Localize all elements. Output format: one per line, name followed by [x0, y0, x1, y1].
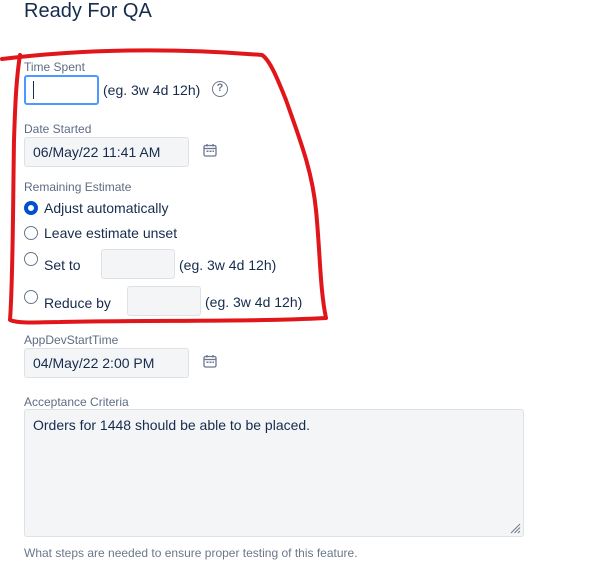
acceptance-criteria-label: Acceptance Criteria	[24, 395, 129, 409]
page-title: Ready For QA	[24, 0, 152, 22]
question-circle-icon[interactable]: ?	[212, 81, 228, 97]
radio-adjust-automatically[interactable]: Adjust automatically	[24, 200, 169, 216]
radio-reduce-by[interactable]: Reduce by	[24, 288, 111, 311]
time-spent-input[interactable]	[24, 75, 99, 105]
acceptance-criteria-text: Orders for 1448 should be able to be pla…	[33, 417, 311, 433]
radio-label: Set to	[44, 257, 81, 273]
radio-button[interactable]	[24, 289, 38, 304]
time-spent-label: Time Spent	[24, 60, 85, 74]
app-dev-start-time-label: AppDevStartTime	[24, 333, 119, 347]
date-started-label: Date Started	[24, 122, 92, 136]
radio-leave-estimate-unset[interactable]: Leave estimate unset	[24, 225, 177, 241]
date-started-input[interactable]: 06/May/22 11:41 AM	[24, 137, 189, 167]
acceptance-criteria-textarea[interactable]: Orders for 1448 should be able to be pla…	[24, 409, 524, 537]
reduce-by-hint: (eg. 3w 4d 12h)	[205, 294, 303, 310]
set-to-input[interactable]	[101, 249, 175, 279]
reduce-by-input[interactable]	[127, 286, 201, 316]
app-dev-start-time-input[interactable]: 04/May/22 2:00 PM	[24, 348, 189, 378]
calendar-icon[interactable]	[203, 143, 217, 157]
radio-button[interactable]	[24, 226, 38, 240]
set-to-hint: (eg. 3w 4d 12h)	[179, 257, 277, 273]
calendar-icon[interactable]	[203, 354, 217, 368]
text-cursor	[33, 81, 34, 99]
radio-label: Leave estimate unset	[44, 225, 178, 241]
acceptance-criteria-help-text: What steps are needed to ensure proper t…	[24, 546, 358, 560]
radio-label: Adjust automatically	[44, 200, 169, 216]
time-spent-hint: (eg. 3w 4d 12h)	[103, 82, 201, 98]
radio-label: Reduce by	[44, 295, 111, 311]
radio-set-to[interactable]: Set to	[24, 250, 81, 273]
resize-grip-icon[interactable]	[509, 522, 521, 534]
radio-button[interactable]	[24, 251, 38, 266]
remaining-estimate-label: Remaining Estimate	[24, 180, 132, 194]
radio-button[interactable]	[24, 201, 38, 215]
